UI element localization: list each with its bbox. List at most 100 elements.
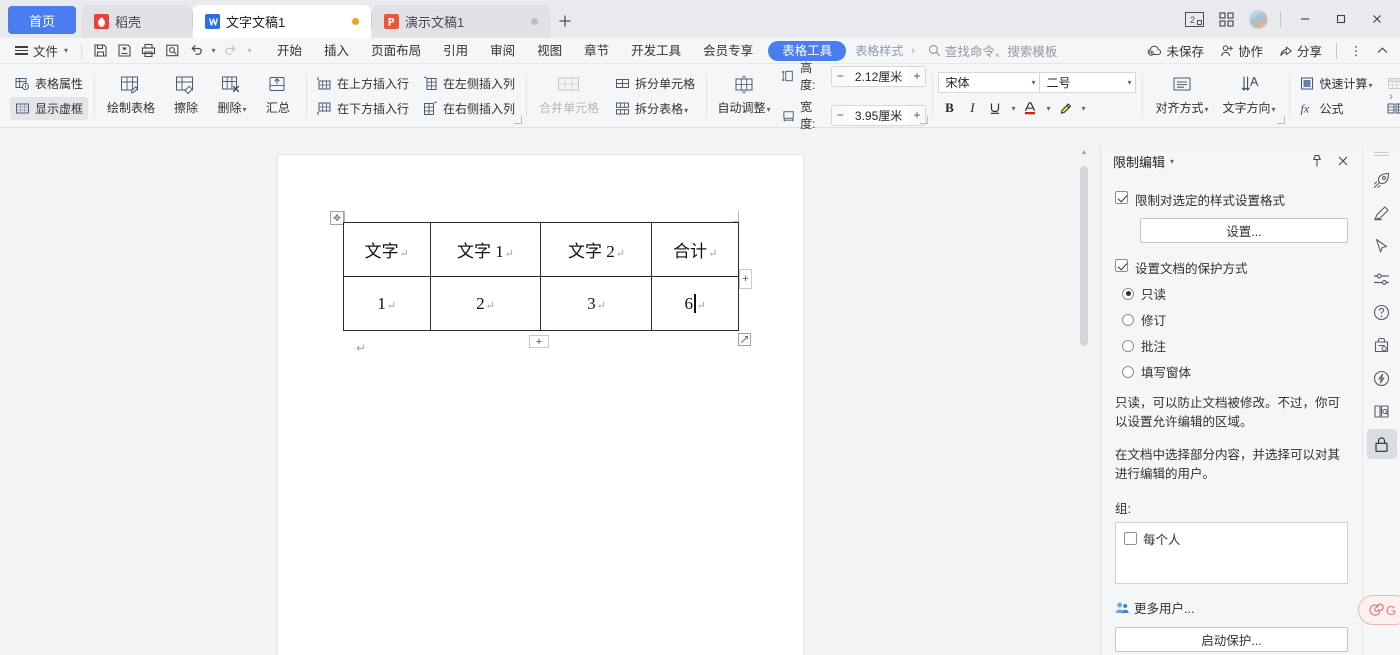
- tab-writer-doc[interactable]: 文字文稿1: [193, 5, 371, 38]
- radio-comments[interactable]: [1122, 339, 1134, 352]
- autofit-button[interactable]: 自动调整▾: [712, 72, 776, 119]
- split-table-button[interactable]: 拆分表格▾: [610, 97, 700, 120]
- text-direction-button[interactable]: 文字方向▾: [1215, 72, 1282, 119]
- protect-doc-checkbox-row[interactable]: 设置文档的保护方式: [1115, 258, 1348, 277]
- table-cell-header-0[interactable]: 文字↵: [343, 222, 431, 277]
- share-button[interactable]: 分享: [1272, 40, 1329, 62]
- pin-icon[interactable]: [1306, 150, 1328, 172]
- insert-col-right-button[interactable]: 在右侧插入列: [418, 97, 520, 120]
- file-menu-button[interactable]: 文件 ▾: [8, 40, 75, 62]
- new-tab-button[interactable]: [550, 6, 580, 36]
- sliders-icon[interactable]: [1367, 264, 1397, 294]
- tab-references[interactable]: 引用: [432, 39, 479, 63]
- document-scrollbar[interactable]: ▲: [1078, 146, 1090, 655]
- help-icon[interactable]: [1367, 297, 1397, 327]
- summary-button[interactable]: 汇总: [256, 72, 300, 119]
- table-cell-0-3[interactable]: 6 ↵: [651, 276, 739, 331]
- grid-icon[interactable]: [1211, 6, 1241, 32]
- add-column-button[interactable]: +: [739, 269, 752, 289]
- split-cells-button[interactable]: 拆分单元格: [610, 72, 700, 95]
- scroll-up-button[interactable]: ▲: [1078, 146, 1090, 158]
- row-height-stepper[interactable]: − 2.12厘米 +: [830, 65, 927, 87]
- font-size-select[interactable]: 二号 ▾: [1040, 72, 1137, 93]
- font-family-select[interactable]: 宋体 ▾: [938, 72, 1041, 93]
- radio-revisions-row[interactable]: 修订: [1122, 310, 1348, 329]
- lock-icon[interactable]: [1366, 429, 1397, 459]
- split-view-button[interactable]: 2: [1179, 6, 1209, 32]
- bold-button[interactable]: B: [938, 97, 960, 119]
- quick-calc-button[interactable]: 快速计算▾: [1295, 72, 1378, 95]
- collapse-ribbon-button[interactable]: [1370, 40, 1394, 62]
- table-cell-header-1[interactable]: 文字 1↵: [429, 222, 542, 277]
- insert-row-below-button[interactable]: 在下方插入行: [312, 97, 414, 120]
- draw-table-button[interactable]: 绘制表格: [100, 72, 162, 119]
- col-width-stepper[interactable]: − 3.95厘米 +: [830, 104, 927, 126]
- maximize-button[interactable]: [1324, 6, 1358, 32]
- table-cell-0-2[interactable]: 3↵: [540, 276, 653, 331]
- save-as-icon[interactable]: [112, 40, 136, 62]
- tab-page-layout[interactable]: 页面布局: [360, 39, 432, 63]
- tab-view[interactable]: 视图: [526, 39, 573, 63]
- height-value[interactable]: 2.12厘米: [849, 68, 909, 85]
- size-group-dialog-launcher[interactable]: [920, 116, 929, 124]
- protect-doc-checkbox[interactable]: [1115, 259, 1128, 272]
- radio-readonly-row[interactable]: 只读: [1122, 284, 1348, 303]
- rocket-icon[interactable]: [1367, 165, 1397, 195]
- radio-fillform-row[interactable]: 填写窗体: [1122, 362, 1348, 381]
- cursor-select-icon[interactable]: [1367, 231, 1397, 261]
- table-cell-header-2[interactable]: 文字 2↵: [540, 222, 653, 277]
- undo-icon[interactable]: [184, 40, 208, 62]
- print-icon[interactable]: [136, 40, 160, 62]
- lightning-icon[interactable]: [1367, 363, 1397, 393]
- insert-col-left-button[interactable]: 在左侧插入列: [418, 72, 520, 95]
- close-icon[interactable]: [1332, 150, 1354, 172]
- chevron-right-icon[interactable]: ›: [908, 45, 918, 57]
- eraser-button[interactable]: 擦除: [164, 72, 208, 119]
- minimize-button[interactable]: [1288, 6, 1322, 32]
- group-item-everyone[interactable]: 每个人: [1124, 529, 1339, 548]
- redo-icon[interactable]: [218, 40, 242, 62]
- table-cell-header-3[interactable]: 合计↵: [651, 222, 739, 277]
- scrollbar-thumb[interactable]: [1080, 166, 1088, 346]
- formula-button[interactable]: fx 公式: [1295, 97, 1378, 120]
- show-gridlines-button[interactable]: 显示虚框: [10, 96, 89, 120]
- document-table[interactable]: 文字↵ 文字 1↵ 文字 2↵ 合计↵ 1↵ 2↵ 3↵ 6 ↵: [343, 222, 739, 331]
- highlight-dropdown-button[interactable]: ▾: [1077, 97, 1088, 119]
- group-list[interactable]: 每个人: [1115, 521, 1348, 584]
- save-icon[interactable]: [88, 40, 112, 62]
- insert-row-above-button[interactable]: 在上方插入行: [312, 72, 414, 95]
- search-command-box[interactable]: 查找命令、搜索模板: [928, 41, 1057, 60]
- ribbon-expand-button[interactable]: ›: [1384, 82, 1398, 110]
- merge-cells-button[interactable]: 合并单元格: [532, 72, 606, 119]
- quick-access-customize-icon[interactable]: ▾: [242, 40, 256, 62]
- table-resize-handle[interactable]: [738, 333, 751, 346]
- tab-table-tools[interactable]: 表格工具: [768, 40, 847, 61]
- italic-button[interactable]: I: [961, 97, 983, 119]
- more-options-button[interactable]: ⋮: [1344, 40, 1368, 62]
- insert-group-dialog-launcher[interactable]: [514, 116, 523, 124]
- width-value[interactable]: 3.95厘米: [849, 107, 909, 124]
- collaborate-button[interactable]: 协作: [1213, 40, 1270, 62]
- print-preview-icon[interactable]: [160, 40, 184, 62]
- font-color-button[interactable]: [1019, 97, 1041, 119]
- assistant-badge[interactable]: G: [1358, 595, 1400, 625]
- tab-section[interactable]: 章节: [573, 39, 620, 63]
- tab-insert[interactable]: 插入: [313, 39, 360, 63]
- tab-member-exclusive[interactable]: 会员专享: [692, 39, 764, 63]
- radio-fillform[interactable]: [1122, 365, 1134, 378]
- underline-button[interactable]: [984, 97, 1006, 119]
- underline-dropdown-button[interactable]: ▾: [1007, 97, 1018, 119]
- panel-title-chevron-icon[interactable]: ▾: [1170, 157, 1174, 166]
- group-item-checkbox[interactable]: [1124, 532, 1137, 545]
- align-group-dialog-launcher[interactable]: [1276, 116, 1285, 124]
- radio-revisions[interactable]: [1122, 313, 1134, 326]
- table-cell-0-1[interactable]: 2↵: [429, 276, 542, 331]
- highlight-button[interactable]: [1054, 97, 1076, 119]
- restrict-style-checkbox-row[interactable]: 限制对选定的样式设置格式: [1115, 190, 1348, 209]
- tab-start[interactable]: 开始: [266, 39, 313, 63]
- tab-developer-tools[interactable]: 开发工具: [620, 39, 692, 63]
- height-increase-button[interactable]: +: [908, 66, 926, 86]
- radio-comments-row[interactable]: 批注: [1122, 336, 1348, 355]
- tab-presentation-doc[interactable]: 演示文稿1: [372, 5, 550, 38]
- book-search-icon[interactable]: [1367, 396, 1397, 426]
